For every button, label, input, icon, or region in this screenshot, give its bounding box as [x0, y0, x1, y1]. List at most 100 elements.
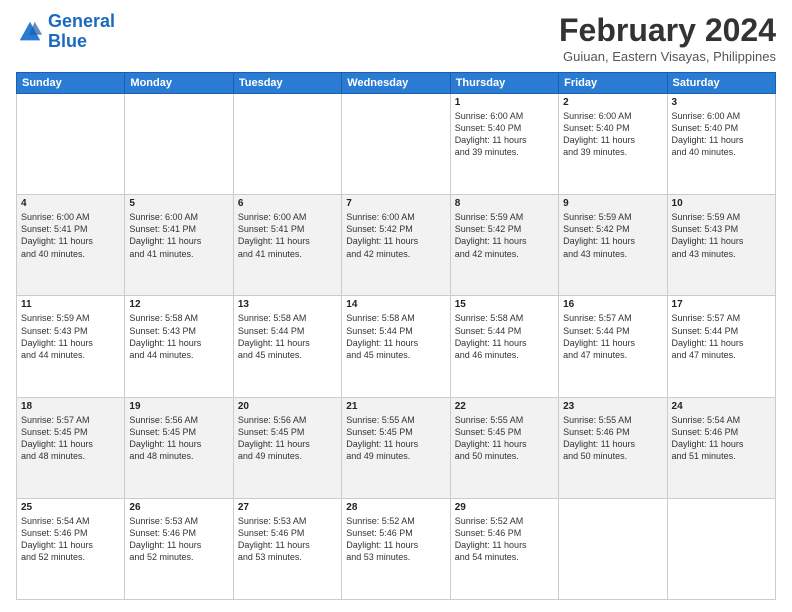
day-info: Sunrise: 6:00 AMSunset: 5:40 PMDaylight:… — [672, 110, 771, 159]
day-info: Sunrise: 6:00 AMSunset: 5:42 PMDaylight:… — [346, 211, 445, 260]
calendar: Sunday Monday Tuesday Wednesday Thursday… — [16, 72, 776, 600]
logo-icon — [16, 18, 44, 46]
calendar-cell: 26 Sunrise: 5:53 AMSunset: 5:46 PMDayligh… — [125, 498, 233, 599]
day-number: 29 — [455, 502, 554, 513]
day-number: 10 — [672, 198, 771, 209]
day-number: 21 — [346, 401, 445, 412]
calendar-cell: 20 Sunrise: 5:56 AMSunset: 5:45 PMDayligh… — [233, 397, 341, 498]
col-friday: Friday — [559, 73, 667, 94]
col-tuesday: Tuesday — [233, 73, 341, 94]
day-number: 24 — [672, 401, 771, 412]
calendar-cell — [17, 94, 125, 195]
calendar-cell: 4 Sunrise: 6:00 AMSunset: 5:41 PMDaylight… — [17, 195, 125, 296]
day-info: Sunrise: 5:58 AMSunset: 5:44 PMDaylight:… — [346, 312, 445, 361]
day-number: 20 — [238, 401, 337, 412]
day-info: Sunrise: 5:59 AMSunset: 5:43 PMDaylight:… — [21, 312, 120, 361]
day-info: Sunrise: 5:59 AMSunset: 5:42 PMDaylight:… — [563, 211, 662, 260]
col-thursday: Thursday — [450, 73, 558, 94]
day-info: Sunrise: 5:53 AMSunset: 5:46 PMDaylight:… — [238, 515, 337, 564]
logo-line1: General — [48, 11, 115, 31]
calendar-cell: 28Sunrise: 5:52 AMSunset: 5:46 PMDayligh… — [342, 498, 450, 599]
day-info: Sunrise: 5:53 AMSunset: 5:46 PMDaylight:… — [129, 515, 228, 564]
calendar-cell: 19 Sunrise: 5:56 AMSunset: 5:45 PMDayligh… — [125, 397, 233, 498]
calendar-cell: 24 Sunrise: 5:54 AMSunset: 5:46 PMDayligh… — [667, 397, 775, 498]
calendar-cell: 16 Sunrise: 5:57 AMSunset: 5:44 PMDayligh… — [559, 296, 667, 397]
calendar-cell: 3 Sunrise: 6:00 AMSunset: 5:40 PMDaylight… — [667, 94, 775, 195]
month-title: February 2024 — [559, 12, 776, 49]
calendar-cell — [559, 498, 667, 599]
calendar-cell: 5 Sunrise: 6:00 AMSunset: 5:41 PMDaylight… — [125, 195, 233, 296]
day-info: Sunrise: 5:55 AMSunset: 5:46 PMDaylight:… — [563, 414, 662, 463]
day-info: Sunrise: 6:00 AMSunset: 5:40 PMDaylight:… — [563, 110, 662, 159]
calendar-cell: 8 Sunrise: 5:59 AMSunset: 5:42 PMDaylight… — [450, 195, 558, 296]
day-number: 17 — [672, 299, 771, 310]
day-info: Sunrise: 5:58 AMSunset: 5:44 PMDaylight:… — [455, 312, 554, 361]
week-row-3: 11Sunrise: 5:59 AMSunset: 5:43 PMDayligh… — [17, 296, 776, 397]
calendar-cell: 21 Sunrise: 5:55 AMSunset: 5:45 PMDayligh… — [342, 397, 450, 498]
day-number: 16 — [563, 299, 662, 310]
day-info: Sunrise: 5:58 AMSunset: 5:43 PMDaylight:… — [129, 312, 228, 361]
calendar-cell: 10Sunrise: 5:59 AMSunset: 5:43 PMDayligh… — [667, 195, 775, 296]
calendar-cell: 15 Sunrise: 5:58 AMSunset: 5:44 PMDayligh… — [450, 296, 558, 397]
calendar-cell: 9Sunrise: 5:59 AMSunset: 5:42 PMDaylight… — [559, 195, 667, 296]
week-row-1: 1 Sunrise: 6:00 AMSunset: 5:40 PMDaylight… — [17, 94, 776, 195]
day-number: 8 — [455, 198, 554, 209]
col-sunday: Sunday — [17, 73, 125, 94]
day-number: 1 — [455, 97, 554, 108]
week-row-5: 25 Sunrise: 5:54 AMSunset: 5:46 PMDayligh… — [17, 498, 776, 599]
day-number: 6 — [238, 198, 337, 209]
day-info: Sunrise: 5:57 AMSunset: 5:45 PMDaylight:… — [21, 414, 120, 463]
calendar-cell: 1Sunrise: 6:00 AMSunset: 5:40 PMDaylight… — [450, 94, 558, 195]
day-number: 4 — [21, 198, 120, 209]
calendar-cell: 14 Sunrise: 5:58 AMSunset: 5:44 PMDayligh… — [342, 296, 450, 397]
header-row: Sunday Monday Tuesday Wednesday Thursday… — [17, 73, 776, 94]
week-row-2: 4 Sunrise: 6:00 AMSunset: 5:41 PMDaylight… — [17, 195, 776, 296]
day-info: Sunrise: 5:56 AMSunset: 5:45 PMDaylight:… — [129, 414, 228, 463]
calendar-cell: 12 Sunrise: 5:58 AMSunset: 5:43 PMDayligh… — [125, 296, 233, 397]
calendar-cell: 17Sunrise: 5:57 AMSunset: 5:44 PMDayligh… — [667, 296, 775, 397]
logo-text: General Blue — [48, 12, 115, 52]
col-saturday: Saturday — [667, 73, 775, 94]
col-monday: Monday — [125, 73, 233, 94]
calendar-cell: 7Sunrise: 6:00 AMSunset: 5:42 PMDaylight… — [342, 195, 450, 296]
header: General Blue February 2024 Guiuan, Easte… — [16, 12, 776, 64]
day-info: Sunrise: 5:58 AMSunset: 5:44 PMDaylight:… — [238, 312, 337, 361]
day-info: Sunrise: 5:57 AMSunset: 5:44 PMDaylight:… — [563, 312, 662, 361]
day-number: 14 — [346, 299, 445, 310]
day-info: Sunrise: 5:59 AMSunset: 5:42 PMDaylight:… — [455, 211, 554, 260]
calendar-cell: 25 Sunrise: 5:54 AMSunset: 5:46 PMDayligh… — [17, 498, 125, 599]
calendar-cell: 29 Sunrise: 5:52 AMSunset: 5:46 PMDayligh… — [450, 498, 558, 599]
calendar-cell: 13 Sunrise: 5:58 AMSunset: 5:44 PMDayligh… — [233, 296, 341, 397]
calendar-cell — [667, 498, 775, 599]
page: General Blue February 2024 Guiuan, Easte… — [0, 0, 792, 612]
day-info: Sunrise: 5:52 AMSunset: 5:46 PMDaylight:… — [346, 515, 445, 564]
day-info: Sunrise: 5:55 AMSunset: 5:45 PMDaylight:… — [346, 414, 445, 463]
day-number: 5 — [129, 198, 228, 209]
day-number: 18 — [21, 401, 120, 412]
day-number: 19 — [129, 401, 228, 412]
day-number: 2 — [563, 97, 662, 108]
day-info: Sunrise: 6:00 AMSunset: 5:41 PMDaylight:… — [21, 211, 120, 260]
col-wednesday: Wednesday — [342, 73, 450, 94]
day-info: Sunrise: 6:00 AMSunset: 5:41 PMDaylight:… — [129, 211, 228, 260]
day-number: 13 — [238, 299, 337, 310]
calendar-cell — [342, 94, 450, 195]
calendar-cell: 18 Sunrise: 5:57 AMSunset: 5:45 PMDayligh… — [17, 397, 125, 498]
calendar-cell — [233, 94, 341, 195]
location-subtitle: Guiuan, Eastern Visayas, Philippines — [559, 49, 776, 64]
logo: General Blue — [16, 12, 115, 52]
day-info: Sunrise: 5:52 AMSunset: 5:46 PMDaylight:… — [455, 515, 554, 564]
day-info: Sunrise: 6:00 AMSunset: 5:41 PMDaylight:… — [238, 211, 337, 260]
day-number: 15 — [455, 299, 554, 310]
day-info: Sunrise: 5:56 AMSunset: 5:45 PMDaylight:… — [238, 414, 337, 463]
week-row-4: 18 Sunrise: 5:57 AMSunset: 5:45 PMDayligh… — [17, 397, 776, 498]
day-number: 12 — [129, 299, 228, 310]
day-number: 25 — [21, 502, 120, 513]
day-info: Sunrise: 5:54 AMSunset: 5:46 PMDaylight:… — [672, 414, 771, 463]
day-number: 23 — [563, 401, 662, 412]
calendar-cell: 23 Sunrise: 5:55 AMSunset: 5:46 PMDayligh… — [559, 397, 667, 498]
day-info: Sunrise: 5:54 AMSunset: 5:46 PMDaylight:… — [21, 515, 120, 564]
day-number: 3 — [672, 97, 771, 108]
day-number: 26 — [129, 502, 228, 513]
calendar-cell: 27Sunrise: 5:53 AMSunset: 5:46 PMDayligh… — [233, 498, 341, 599]
